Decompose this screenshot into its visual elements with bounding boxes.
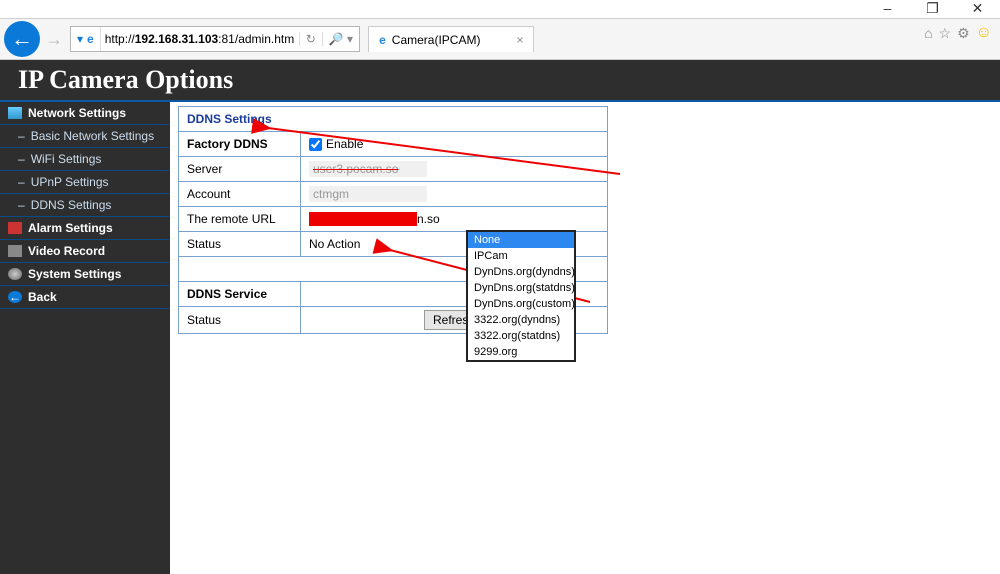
server-label: Server [179,157,301,182]
back-button[interactable]: ← [4,21,40,57]
dropdown-option[interactable]: IPCam [468,248,574,264]
dropdown-option[interactable]: None [468,232,574,248]
tab-close-icon[interactable]: × [516,33,523,47]
sidebar-group-network[interactable]: Network Settings [0,102,170,125]
service-status-label: Status [179,307,301,334]
ddns-title: DDNS Settings [179,107,608,132]
account-value: ctmgm [309,186,427,202]
status-label: Status [179,232,301,257]
account-label: Account [179,182,301,207]
tab-title: Camera(IPCAM) [392,33,481,47]
factory-ddns-label: Factory DDNS [179,132,301,157]
browser-toolbar: ← → ▾ e http://192.168.31.103:81/admin.h… [0,18,1000,60]
sidebar-group-alarm[interactable]: Alarm Settings [0,217,170,240]
browser-right-icons: ⌂ ☆ ⚙ ☺ [924,24,992,42]
sidebar-item-ddns[interactable]: DDNS Settings [0,194,170,217]
ie-icon: e [87,32,94,46]
enable-checkbox[interactable] [309,138,322,151]
enable-label: Enable [326,137,363,151]
ddns-service-dropdown[interactable]: None IPCam DynDns.org(dyndns) DynDns.org… [466,230,576,362]
close-window-button[interactable]: ✕ [955,0,1000,18]
sidebar-label: Network Settings [28,106,126,120]
remote-url-label: The remote URL [179,207,301,232]
dropdown-option[interactable]: 9299.org [468,344,574,360]
sidebar-label: System Settings [28,267,121,281]
sidebar-item-upnp[interactable]: UPnP Settings [0,171,170,194]
content-area: DDNS Settings Factory DDNS Enable Server… [170,102,1000,574]
sidebar-group-video[interactable]: Video Record [0,240,170,263]
minimize-button[interactable]: – [865,0,910,18]
home-icon[interactable]: ⌂ [924,25,932,41]
sidebar-label: Video Record [28,244,105,258]
dropdown-option[interactable]: DynDns.org(dyndns) [468,264,574,280]
remote-url-suffix: n.so [417,212,440,226]
ddns-service-label: DDNS Service [179,282,301,307]
sidebar-item-wifi[interactable]: WiFi Settings [0,148,170,171]
sidebar: Network Settings Basic Network Settings … [0,102,170,574]
tab-favicon: e [379,33,386,47]
url-prefix: http:// [105,32,135,46]
gear-icon [8,268,22,280]
network-icon [8,107,22,119]
alarm-icon [8,222,22,234]
dropdown-option[interactable]: DynDns.org(statdns) [468,280,574,296]
dropdown-icon[interactable]: ▾ [77,32,83,46]
page-title: IP Camera Options [18,65,233,95]
settings-icon[interactable]: ⚙ [957,25,970,42]
refresh-icon[interactable]: ↻ [299,32,322,46]
app-header: IP Camera Options [0,60,1000,102]
back-icon: ← [8,291,22,303]
sidebar-item-basic-network[interactable]: Basic Network Settings [0,125,170,148]
sidebar-back[interactable]: ← Back [0,286,170,309]
redacted-url [309,212,417,226]
video-icon [8,245,22,257]
address-bar[interactable]: ▾ e http://192.168.31.103:81/admin.htm ↻… [70,26,360,52]
favorites-icon[interactable]: ☆ [939,25,952,42]
maximize-button[interactable]: ❐ [910,0,955,18]
search-dropdown[interactable]: 🔎 ▾ [322,32,359,46]
url-host: 192.168.31.103 [135,32,218,46]
dropdown-option[interactable]: DynDns.org(custom) [468,296,574,312]
dropdown-option[interactable]: 3322.org(dyndns) [468,312,574,328]
dropdown-option[interactable]: 3322.org(statdns) [468,328,574,344]
sidebar-group-system[interactable]: System Settings [0,263,170,286]
url-text[interactable]: http://192.168.31.103:81/admin.htm [101,32,299,46]
forward-button[interactable]: → [44,29,64,49]
enable-cell: Enable [301,132,608,157]
sidebar-label: Alarm Settings [28,221,113,235]
sidebar-label: Back [28,290,57,304]
url-rest: :81/admin.htm [218,32,294,46]
server-value: user3.pocam.so [309,161,427,177]
browser-tab[interactable]: e Camera(IPCAM) × [368,26,534,52]
remote-url-cell: n.so [301,207,608,232]
smiley-icon[interactable]: ☺ [976,24,992,42]
